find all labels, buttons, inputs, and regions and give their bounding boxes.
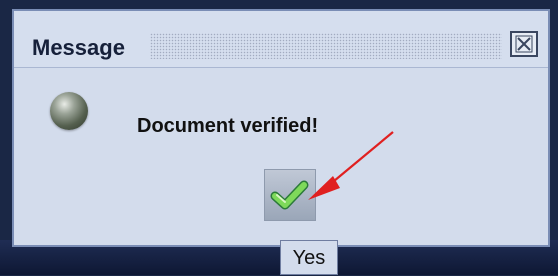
message-text: Document verified! xyxy=(137,115,319,137)
close-icon xyxy=(515,35,533,53)
title-bar-pattern xyxy=(150,33,502,59)
title-bar[interactable]: Message xyxy=(14,11,548,68)
dialog-title: Message xyxy=(32,35,125,60)
green-status-light-icon xyxy=(50,92,88,130)
message-dialog: Message Document verified! xyxy=(12,9,550,247)
red-arrow-annotation xyxy=(308,131,394,200)
yes-tooltip: Yes xyxy=(280,240,338,275)
close-button[interactable] xyxy=(510,31,538,57)
